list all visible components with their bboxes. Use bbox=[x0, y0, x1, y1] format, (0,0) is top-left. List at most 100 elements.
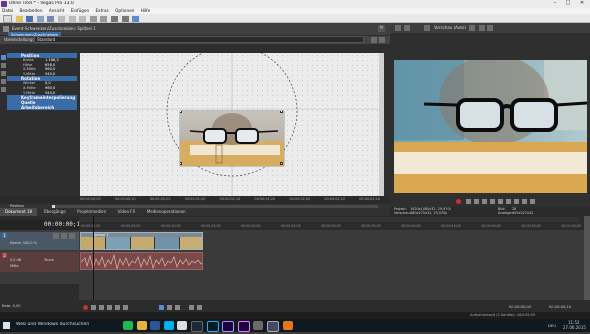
crop-frame-image[interactable] bbox=[180, 111, 284, 166]
vegas-icon[interactable] bbox=[266, 321, 279, 332]
play-from-start-icon[interactable] bbox=[99, 305, 104, 310]
next-frame-icon[interactable] bbox=[530, 199, 535, 204]
pause-icon[interactable] bbox=[115, 305, 120, 310]
tab-dokument[interactable]: Dokument 18 bbox=[0, 208, 38, 216]
save-icon[interactable] bbox=[26, 16, 34, 22]
menu-einfuegen[interactable]: Einfügen bbox=[71, 8, 89, 13]
photoshop-icon[interactable] bbox=[206, 321, 219, 332]
maximize-button[interactable]: □ bbox=[563, 0, 573, 8]
menu-bearbeiten[interactable]: Bearbeiten bbox=[20, 8, 43, 13]
group-workspace[interactable]: Arbeitsbereich bbox=[7, 105, 77, 111]
close-button[interactable]: ✕ bbox=[577, 0, 587, 8]
stop-icon[interactable] bbox=[498, 199, 503, 204]
new-icon[interactable] bbox=[3, 15, 12, 23]
crop-handle[interactable] bbox=[180, 111, 182, 113]
selection-tool-icon[interactable] bbox=[175, 305, 180, 310]
audio-track-header[interactable]: 2 0,0 dB Mitte Touch bbox=[0, 252, 79, 272]
playhead[interactable] bbox=[93, 216, 94, 300]
crop-handle[interactable] bbox=[280, 111, 283, 113]
solo-icon[interactable] bbox=[61, 233, 67, 239]
zoom-tool-icon[interactable] bbox=[1, 63, 6, 68]
track-automation[interactable]: Touch bbox=[44, 258, 54, 262]
delete-preset-icon[interactable] bbox=[379, 37, 385, 43]
render-icon[interactable] bbox=[47, 16, 55, 22]
menu-extras[interactable]: Extras bbox=[96, 8, 109, 13]
save-preset-icon[interactable] bbox=[371, 37, 377, 43]
track-volume[interactable]: 0,0 dB bbox=[10, 258, 21, 262]
timeline-vscroll[interactable] bbox=[584, 216, 590, 300]
tab-medienoperationen[interactable]: Medienoperationen bbox=[142, 208, 191, 216]
crop-handle[interactable] bbox=[180, 162, 182, 165]
spotify-icon[interactable] bbox=[123, 321, 133, 330]
video-track-header[interactable]: 1 Ebene: 100,0 % bbox=[0, 232, 79, 250]
chrome-icon[interactable] bbox=[177, 321, 188, 330]
mute-icon[interactable] bbox=[53, 233, 59, 239]
preview-quality-select[interactable]: Vorschau (Auto) bbox=[434, 25, 466, 30]
pause-icon[interactable] bbox=[490, 199, 495, 204]
stop-icon[interactable] bbox=[123, 305, 128, 310]
normal-edit-tool-icon[interactable] bbox=[159, 305, 164, 310]
properties-icon[interactable] bbox=[36, 16, 44, 22]
undo-icon[interactable] bbox=[89, 16, 97, 22]
copy-snapshot-icon[interactable] bbox=[479, 25, 485, 31]
tab-projektmedien[interactable]: Projektmedien bbox=[72, 208, 111, 216]
go-to-end-icon[interactable] bbox=[514, 199, 519, 204]
redo-icon[interactable] bbox=[100, 16, 108, 22]
menu-optionen[interactable]: Optionen bbox=[115, 8, 134, 13]
go-to-start-icon[interactable] bbox=[506, 199, 511, 204]
file-explorer-icon[interactable] bbox=[136, 321, 147, 330]
firefox-icon[interactable] bbox=[282, 321, 293, 330]
prop-value[interactable]: 540,0 bbox=[45, 72, 55, 77]
steam-icon[interactable] bbox=[190, 321, 203, 332]
split-screen-icon[interactable] bbox=[424, 25, 430, 31]
save-snapshot-icon[interactable] bbox=[487, 25, 493, 31]
help-icon[interactable] bbox=[132, 16, 140, 22]
clock-date[interactable]: 27.06.2015 bbox=[563, 325, 586, 330]
loop-icon[interactable] bbox=[91, 305, 96, 310]
play-icon[interactable] bbox=[482, 199, 487, 204]
overlays-icon[interactable] bbox=[469, 25, 475, 31]
media-player-icon[interactable] bbox=[253, 321, 264, 330]
skype-icon[interactable] bbox=[163, 321, 174, 330]
project-props-icon[interactable] bbox=[395, 25, 401, 31]
canvas-vscroll[interactable] bbox=[379, 53, 384, 196]
snapping-icon[interactable] bbox=[197, 305, 202, 310]
copy-icon[interactable] bbox=[68, 16, 76, 22]
premiere-icon[interactable] bbox=[237, 321, 250, 332]
windows-start-icon[interactable] bbox=[3, 322, 10, 329]
preset-select[interactable]: Standard bbox=[34, 36, 364, 43]
lock-aspect-icon[interactable] bbox=[1, 71, 6, 76]
menu-hilfe[interactable]: Hilfe bbox=[141, 8, 151, 13]
language-indicator[interactable]: DEU bbox=[548, 323, 556, 328]
split-icon[interactable] bbox=[189, 305, 194, 310]
audio-event[interactable] bbox=[80, 252, 203, 270]
play-icon[interactable] bbox=[107, 305, 112, 310]
menu-datei[interactable]: Datei bbox=[2, 8, 13, 13]
tab-uebergaenge[interactable]: Übergänge bbox=[39, 208, 71, 216]
keyframe-ruler[interactable]: 00:00:00;00 00:00:00;10 00:00:00;20 00:0… bbox=[0, 196, 390, 204]
video-event[interactable]: Spiltsel 1 bbox=[80, 232, 203, 250]
track-level[interactable]: Ebene: 100,0 % bbox=[10, 241, 37, 245]
loop-icon[interactable] bbox=[466, 199, 471, 204]
minimize-button[interactable]: – bbox=[550, 0, 560, 8]
crop-handle[interactable] bbox=[280, 162, 283, 165]
size-about-center-icon[interactable] bbox=[1, 79, 6, 84]
pan-crop-canvas[interactable] bbox=[80, 53, 384, 196]
cut-icon[interactable] bbox=[57, 16, 65, 22]
track-fx-icon[interactable] bbox=[69, 233, 75, 239]
normal-edit-tool-icon[interactable] bbox=[1, 55, 6, 60]
open-icon[interactable] bbox=[15, 16, 23, 22]
tab-video-fx[interactable]: Video FX bbox=[113, 208, 141, 216]
timeline-tracks[interactable]: 00:00:00;00 00:00:05;00 00:00:10;00 00:0… bbox=[79, 216, 590, 300]
after-effects-icon[interactable] bbox=[222, 321, 235, 332]
external-monitor-icon[interactable] bbox=[404, 25, 410, 31]
record-icon[interactable] bbox=[83, 305, 88, 310]
track-pan[interactable]: Mitte bbox=[10, 264, 19, 268]
paste-icon[interactable] bbox=[79, 16, 87, 22]
prev-frame-icon[interactable] bbox=[522, 199, 527, 204]
taskbar-search[interactable]: Web und Windows durchsuchen bbox=[16, 322, 89, 327]
move-freely-icon[interactable] bbox=[1, 87, 6, 92]
word-icon[interactable] bbox=[150, 321, 161, 330]
play-from-start-icon[interactable] bbox=[474, 199, 479, 204]
menu-ansicht[interactable]: Ansicht bbox=[49, 8, 64, 13]
